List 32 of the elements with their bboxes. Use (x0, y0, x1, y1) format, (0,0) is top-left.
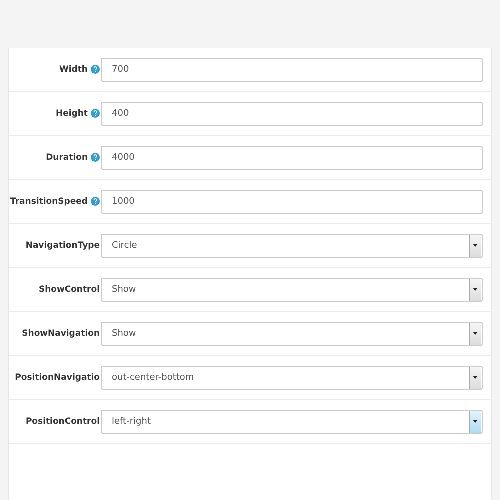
text-field[interactable]: 1000 (101, 190, 483, 214)
dropdown-button[interactable] (469, 234, 481, 256)
field-label: PositionNavigatio (15, 372, 100, 382)
text-field[interactable]: 4000 (101, 146, 483, 170)
caret-icon (473, 332, 478, 335)
help-icon[interactable] (91, 153, 100, 162)
select-field[interactable]: Show (101, 322, 483, 346)
field-label: ShowControl (38, 284, 100, 294)
field-label: Height (56, 108, 88, 118)
caret-icon (473, 376, 478, 379)
text-field[interactable]: 700 (101, 58, 483, 82)
dropdown-button[interactable] (469, 322, 481, 344)
dropdown-button[interactable] (469, 366, 481, 388)
caret-icon (473, 420, 478, 423)
text-field[interactable]: 400 (101, 102, 483, 126)
caret-icon (473, 288, 478, 291)
select-field[interactable]: Show (101, 278, 483, 302)
caret-icon (473, 244, 478, 247)
field-label: PositionControl (26, 416, 100, 426)
help-icon[interactable] (91, 65, 100, 74)
select-field[interactable]: left-right (101, 410, 483, 434)
field-label: TransitionSpeed (10, 196, 88, 206)
field-label: Duration (46, 152, 88, 162)
select-field[interactable]: Circle (101, 234, 483, 258)
dropdown-button[interactable] (469, 278, 481, 300)
help-icon[interactable] (91, 197, 100, 206)
help-icon[interactable] (91, 109, 100, 118)
field-label: NavigationType (26, 240, 100, 250)
field-label: Width (60, 64, 88, 74)
select-field[interactable]: out-center-bottom (101, 366, 483, 390)
field-label: ShowNavigation (22, 328, 100, 338)
dropdown-button[interactable] (469, 410, 481, 432)
